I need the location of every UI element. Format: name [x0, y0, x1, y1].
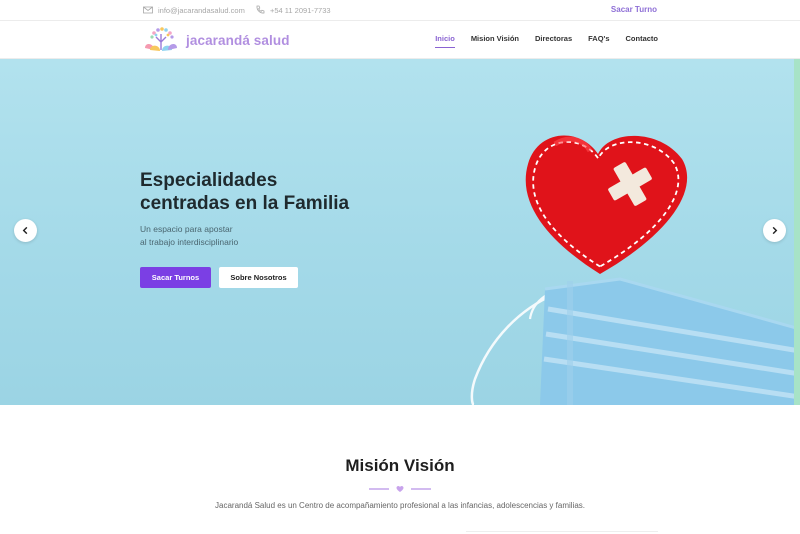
nav-item-directoras[interactable]: Directoras — [535, 34, 572, 43]
brand-name: jacarandá salud — [186, 32, 290, 48]
phone-text: +54 11 2091-7733 — [270, 5, 331, 15]
section-title: Misión Visión — [345, 456, 455, 475]
main-navbar: jacarandá salud Inicio Mision Visión Dir… — [0, 21, 800, 59]
main-nav: Inicio Mision Visión Directoras FAQ's Co… — [435, 34, 659, 48]
hero-subtitle-line-2: al trabajo interdisciplinario — [140, 237, 239, 247]
phone-icon — [256, 5, 265, 14]
sobre-nosotros-button[interactable]: Sobre Nosotros — [219, 267, 298, 288]
top-contact-bar: info@jacarandasalud.com +54 11 2091-7733… — [0, 0, 800, 21]
slider-next-button[interactable] — [763, 219, 786, 242]
slider-edge-strip — [794, 59, 800, 405]
mail-icon — [143, 6, 153, 14]
phone-contact[interactable]: +54 11 2091-7733 — [255, 5, 331, 15]
sacar-turnos-button[interactable]: Sacar Turnos — [140, 267, 211, 288]
card-top-border — [466, 531, 658, 532]
heart-icon — [396, 486, 404, 492]
email-text: info@jacarandasalud.com — [158, 5, 245, 15]
face-mask-icon — [540, 277, 800, 405]
nav-item-mision-vision[interactable]: Mision Visión — [471, 34, 519, 43]
hero-title-line-1: Especialidades — [140, 170, 278, 191]
email-contact[interactable]: info@jacarandasalud.com — [143, 5, 245, 15]
hero-subtitle: Un espacio para apostar al trabajo inter… — [140, 223, 340, 249]
chevron-left-icon — [22, 226, 28, 235]
chevron-right-icon — [772, 226, 778, 235]
slider-prev-button[interactable] — [14, 219, 37, 242]
sacar-turno-link[interactable]: Sacar Turno — [611, 5, 657, 14]
jacaranda-tree-logo-icon — [145, 27, 177, 51]
logo[interactable]: jacarandá salud — [142, 26, 290, 54]
hero-title-line-2: centradas en la Familia — [140, 193, 350, 214]
nav-item-faqs[interactable]: FAQ's — [588, 34, 609, 43]
nav-item-contacto[interactable]: Contacto — [626, 34, 659, 43]
section-description: Jacarandá Salud es un Centro de acompaña… — [215, 501, 585, 510]
hero-subtitle-line-1: Un espacio para apostar — [140, 224, 233, 234]
hero-slider: Especialidades centradas en la Familia U… — [0, 59, 800, 405]
hero-title: Especialidades centradas en la Familia — [140, 169, 390, 215]
nav-item-inicio[interactable]: Inicio — [435, 34, 455, 48]
heart-and-mask-illustration — [470, 135, 800, 405]
section-divider — [369, 486, 431, 492]
red-heart-icon — [525, 135, 688, 274]
